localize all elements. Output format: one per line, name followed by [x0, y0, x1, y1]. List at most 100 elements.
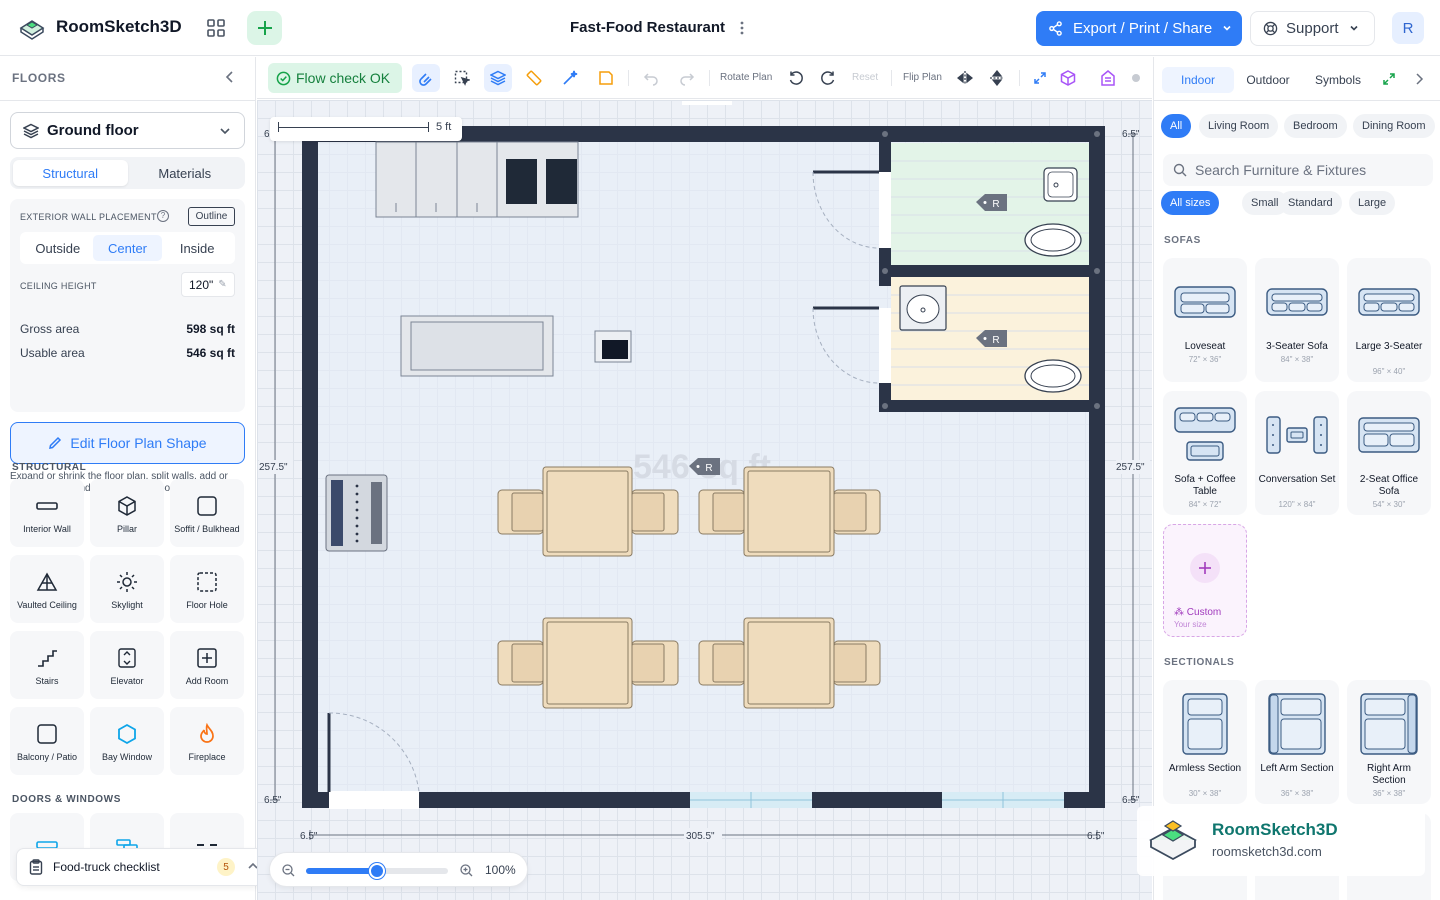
flip-vertical-button[interactable]	[987, 68, 1007, 88]
tool-pillar[interactable]: Pillar	[90, 479, 164, 547]
tool-label: Elevator	[110, 675, 144, 686]
furniture-dims: 36" × 38"	[1372, 789, 1406, 798]
ceiling-height-input[interactable]: 120" ✎	[181, 272, 235, 297]
magic-button[interactable]	[560, 68, 580, 88]
new-item-button[interactable]	[247, 11, 282, 45]
magnet-button[interactable]	[412, 64, 440, 92]
size-standard[interactable]: Standard	[1279, 191, 1342, 215]
wall-icon	[36, 501, 58, 510]
prep-table[interactable]	[400, 315, 554, 377]
chevron-right-icon[interactable]	[1412, 72, 1426, 86]
select-button[interactable]	[452, 68, 472, 88]
kitchen-counter[interactable]	[375, 141, 579, 218]
notes-button[interactable]	[596, 68, 616, 88]
rotate-left-button[interactable]	[786, 68, 806, 88]
3d-view-button[interactable]	[1058, 68, 1078, 88]
chevron-left-icon[interactable]	[222, 69, 238, 85]
furniture-card[interactable]: Loveseat 72" × 36"	[1163, 258, 1247, 382]
tool-vaulted-ceiling[interactable]: Vaulted Ceiling	[10, 555, 84, 623]
tab-indoor[interactable]: Indoor	[1162, 67, 1234, 93]
tool-floor-hole[interactable]: Floor Hole	[170, 555, 244, 623]
tool-soffit[interactable]: Soffit / Bulkhead	[170, 479, 244, 547]
furniture-card[interactable]: Armless Section 30" × 38"	[1163, 680, 1247, 804]
divider	[628, 70, 629, 86]
drink-station[interactable]	[325, 474, 388, 552]
toilet-2[interactable]	[1024, 359, 1082, 393]
zoom-handle[interactable]	[369, 863, 385, 879]
tab-outdoor[interactable]: Outdoor	[1236, 67, 1300, 93]
tool-balcony[interactable]: Balcony / Patio	[10, 707, 84, 775]
document-title[interactable]: Fast-Food Restaurant	[570, 19, 725, 36]
select-icon	[454, 70, 470, 86]
furniture-card[interactable]: Right Arm Section 36" × 38"	[1347, 680, 1431, 804]
rotate-right-button[interactable]	[818, 68, 838, 88]
toilet-1[interactable]	[1024, 223, 1082, 257]
library-tabs: Indoor Outdoor Symbols	[1154, 57, 1440, 101]
placement-center[interactable]: Center	[92, 235, 163, 261]
zoom-fill	[306, 868, 377, 874]
left-arm-section-icon	[1261, 686, 1333, 762]
undo-button[interactable]	[641, 68, 661, 88]
checklist-button[interactable]: Food-truck checklist 5	[16, 848, 264, 886]
grid-button[interactable]	[200, 12, 232, 44]
furniture-card[interactable]: Left Arm Section 36" × 38"	[1255, 680, 1339, 804]
sink-1[interactable]	[1043, 167, 1078, 202]
filter-bedroom[interactable]: Bedroom	[1284, 114, 1347, 138]
support-button[interactable]: Support	[1250, 11, 1375, 46]
bathroom-door-gap-2	[879, 308, 891, 383]
tool-add-room[interactable]: Add Room	[170, 631, 244, 699]
tool-elevator[interactable]: Elevator	[90, 631, 164, 699]
reset-button[interactable]: Reset	[852, 72, 878, 83]
sofas-heading: SOFAS	[1164, 235, 1201, 246]
building-button[interactable]	[1098, 68, 1118, 88]
user-avatar[interactable]: R	[1392, 12, 1424, 44]
tool-stairs[interactable]: Stairs	[10, 631, 84, 699]
logo-icon[interactable]	[18, 14, 46, 42]
layers-button[interactable]	[484, 64, 512, 92]
furniture-search[interactable]: Search Furniture & Fixtures	[1163, 154, 1433, 186]
sink-2[interactable]	[899, 285, 947, 331]
export-button[interactable]: Export / Print / Share	[1036, 11, 1242, 46]
measure-button[interactable]	[524, 68, 544, 88]
tool-skylight[interactable]: Skylight	[90, 555, 164, 623]
placement-inside[interactable]: Inside	[162, 235, 232, 261]
zoom-slider[interactable]	[306, 863, 448, 879]
placement-outside[interactable]: Outside	[23, 235, 93, 261]
filter-all[interactable]: All	[1161, 114, 1192, 138]
tab-symbols[interactable]: Symbols	[1304, 67, 1372, 93]
furniture-card[interactable]: Large 3-Seater 96" × 40"	[1347, 258, 1431, 382]
filter-dining-room[interactable]: Dining Room	[1353, 114, 1435, 138]
edit-floor-plan-button[interactable]: Edit Floor Plan Shape	[10, 422, 245, 464]
tab-materials[interactable]: Materials	[128, 160, 243, 186]
cash-register[interactable]	[594, 330, 632, 363]
expand-icon[interactable]	[1382, 72, 1396, 86]
furniture-dims: 30" × 38"	[1188, 789, 1222, 798]
furniture-card[interactable]: Sofa + Coffee Table 84" × 72"	[1163, 391, 1247, 515]
flow-check-badge[interactable]: Flow check OK	[268, 63, 402, 93]
floor-selector[interactable]: Ground floor	[10, 112, 245, 149]
more-button[interactable]	[734, 16, 750, 40]
size-all[interactable]: All sizes	[1161, 191, 1220, 215]
custom-size-card[interactable]: ⁂ Custom Your size	[1163, 524, 1247, 637]
zoom-out-icon[interactable]	[282, 864, 295, 877]
furniture-card[interactable]: 2-Seat Office Sofa 54" × 30"	[1347, 391, 1431, 515]
wand-icon	[563, 70, 578, 85]
tab-structural[interactable]: Structural	[13, 160, 128, 186]
furniture-card[interactable]: Conversation Set 120" × 84"	[1255, 391, 1339, 515]
filter-living-room[interactable]: Living Room	[1199, 114, 1279, 138]
dim-right-bottom: 6.5"	[1122, 795, 1140, 806]
floor-plan[interactable]: 546 sq ft	[257, 100, 1152, 900]
front-door-gap[interactable]	[329, 791, 419, 809]
tool-interior-wall[interactable]: Interior Wall	[10, 479, 84, 547]
size-large[interactable]: Large	[1349, 191, 1396, 215]
furniture-card[interactable]: 3-Seater Sofa 84" × 38"	[1255, 258, 1339, 382]
zoom-in-icon[interactable]	[460, 864, 473, 877]
info-icon[interactable]: ?	[157, 210, 169, 222]
redo-button[interactable]	[677, 68, 697, 88]
floor-plan-canvas[interactable]: 546 sq ft	[257, 100, 1152, 900]
flip-horizontal-button[interactable]	[955, 68, 975, 88]
fit-view-button[interactable]	[1030, 68, 1050, 88]
tool-fireplace[interactable]: Fireplace	[170, 707, 244, 775]
outline-button[interactable]: Outline	[188, 207, 235, 226]
tool-bay-window[interactable]: Bay Window	[90, 707, 164, 775]
